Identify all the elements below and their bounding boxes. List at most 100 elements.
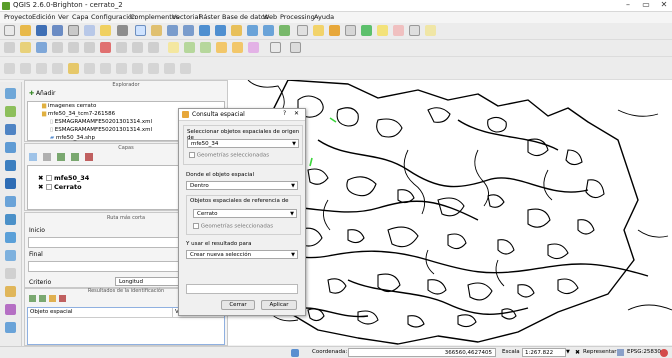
merge-features-icon[interactable] xyxy=(164,63,175,74)
checkbox[interactable] xyxy=(193,223,199,229)
delete-part-icon[interactable] xyxy=(100,63,111,74)
cut-features-icon[interactable] xyxy=(116,42,127,53)
menu-proyecto[interactable]: Proyecto xyxy=(4,13,32,21)
toggle-editing-icon[interactable] xyxy=(20,42,31,53)
menu-ayuda[interactable]: Ayuda xyxy=(314,13,334,21)
layer-visible-checkbox[interactable]: ✖ xyxy=(38,174,43,182)
zoom-layer-icon[interactable] xyxy=(215,25,226,36)
csw-icon[interactable] xyxy=(290,42,301,53)
scale-field[interactable]: 1:267.822 xyxy=(522,348,566,357)
add-wcs-layer-icon[interactable] xyxy=(5,214,16,225)
collapse-icon[interactable] xyxy=(39,295,46,302)
filter-icon[interactable] xyxy=(43,153,51,161)
copy-results-icon[interactable] xyxy=(59,295,66,302)
add-spatialite-layer-icon[interactable] xyxy=(5,142,16,153)
message-log-icon[interactable] xyxy=(660,349,668,357)
composer-manager-icon[interactable] xyxy=(84,25,95,36)
attribute-table-icon[interactable] xyxy=(345,25,356,36)
coordinate-toggle-icon[interactable] xyxy=(291,349,299,357)
zoom-next-icon[interactable] xyxy=(263,25,274,36)
split-features-icon[interactable] xyxy=(148,63,159,74)
menu-processing[interactable]: Processing xyxy=(280,13,315,21)
close-dialog-button[interactable]: Cerrar xyxy=(221,300,255,310)
source-layer-select[interactable]: mfe50_34 ▼ xyxy=(187,139,299,148)
paste-features-icon[interactable] xyxy=(148,42,159,53)
label-rotate-icon[interactable] xyxy=(232,42,243,53)
source-selected-checkbox[interactable]: Geometrías seleccionadas xyxy=(189,152,269,159)
label-icon[interactable] xyxy=(168,42,179,53)
new-shapefile-icon[interactable] xyxy=(5,268,16,279)
pan-icon[interactable] xyxy=(135,25,146,36)
copy-features-icon[interactable] xyxy=(132,42,143,53)
browser-item[interactable]: ▆ mfe50_34_tcm7-261586 xyxy=(42,111,115,117)
add-delimited-text-icon[interactable] xyxy=(5,250,16,261)
add-postgis-layer-icon[interactable] xyxy=(5,124,16,135)
end-input[interactable] xyxy=(28,261,188,272)
chevron-down-icon[interactable]: ▼ xyxy=(566,349,570,355)
menu-edicion[interactable]: Edición xyxy=(32,13,56,21)
apply-button[interactable]: Aplicar xyxy=(261,300,297,310)
node-tool-icon[interactable] xyxy=(84,42,95,53)
print-composer-icon[interactable] xyxy=(68,25,79,36)
browser-item[interactable]: ▰ mfe50_34.shp xyxy=(50,135,95,141)
add-feature-icon[interactable] xyxy=(52,42,63,53)
zoom-selection-icon[interactable] xyxy=(231,25,242,36)
measure-icon[interactable] xyxy=(377,25,388,36)
layer-item-mfe50[interactable]: ✖ mfe50_34 xyxy=(38,174,89,182)
label-pin-icon[interactable] xyxy=(184,42,195,53)
reference-layer-select[interactable]: Cerrato ▼ xyxy=(193,209,297,218)
add-oracle-layer-icon[interactable] xyxy=(5,178,16,189)
menu-ver[interactable]: Ver xyxy=(58,13,69,21)
save-as-icon[interactable] xyxy=(52,25,63,36)
browser-add-button[interactable]: ✚ Añadir xyxy=(29,90,55,97)
zoom-last-icon[interactable] xyxy=(247,25,258,36)
add-wfs-layer-icon[interactable] xyxy=(5,232,16,243)
zoom-full-icon[interactable] xyxy=(199,25,210,36)
menu-capa[interactable]: Capa xyxy=(72,13,89,21)
add-vector-layer-icon[interactable] xyxy=(5,88,16,99)
digitize-icon[interactable] xyxy=(4,63,15,74)
map-tips-icon[interactable] xyxy=(393,25,404,36)
collapse-all-icon[interactable] xyxy=(71,153,79,161)
col-header-object[interactable]: Objeto espacial xyxy=(28,308,173,318)
gps-icon[interactable] xyxy=(5,322,16,333)
label-move-icon[interactable] xyxy=(216,42,227,53)
add-part-icon[interactable] xyxy=(52,63,63,74)
open-project-icon[interactable] xyxy=(20,25,31,36)
bookmark-icon[interactable] xyxy=(409,25,420,36)
label-show-hide-icon[interactable] xyxy=(200,42,211,53)
offset-curve-icon[interactable] xyxy=(132,63,143,74)
checkbox[interactable] xyxy=(189,152,195,158)
add-mssql-layer-icon[interactable] xyxy=(5,160,16,171)
new-project-icon[interactable] xyxy=(4,25,15,36)
expand-icon[interactable] xyxy=(29,295,36,302)
coordinate-field[interactable]: 366560,4627405 xyxy=(348,348,496,357)
add-raster-layer-icon[interactable] xyxy=(5,106,16,117)
pan-to-selection-icon[interactable] xyxy=(151,25,162,36)
layer-visible-checkbox[interactable]: ✖ xyxy=(38,183,43,191)
close-button[interactable]: ✕ xyxy=(656,0,672,11)
menu-raster[interactable]: Ráster xyxy=(199,13,220,21)
simplify-icon[interactable] xyxy=(20,63,31,74)
add-ring-icon[interactable] xyxy=(36,63,47,74)
menu-base-de-datos[interactable]: Base de datos xyxy=(222,13,268,21)
pointer-icon[interactable] xyxy=(117,25,128,36)
layer-item-cerrato[interactable]: ✖ Cerrato xyxy=(38,183,82,191)
menu-vectorial[interactable]: Vectorial xyxy=(172,13,200,21)
label-change-icon[interactable] xyxy=(248,42,259,53)
menu-web[interactable]: Web xyxy=(263,13,277,21)
dialog-close-button[interactable]: ✕ xyxy=(294,110,299,117)
maximize-button[interactable]: ▭ xyxy=(638,0,654,11)
highlight-icon[interactable] xyxy=(100,25,111,36)
render-checkbox-icon[interactable]: ✖ xyxy=(575,349,580,356)
deselect-icon[interactable] xyxy=(329,25,340,36)
identify-icon[interactable] xyxy=(297,25,308,36)
new-spatialite-icon[interactable] xyxy=(5,286,16,297)
use-result-select[interactable]: Crear nueva selección ▼ xyxy=(186,250,298,259)
select-features-icon[interactable] xyxy=(313,25,324,36)
zoom-out-icon[interactable] xyxy=(183,25,194,36)
expand-all-icon[interactable] xyxy=(57,153,65,161)
move-feature-icon[interactable] xyxy=(68,42,79,53)
remove-layer-icon[interactable] xyxy=(85,153,93,161)
rotate-point-icon[interactable] xyxy=(180,63,191,74)
